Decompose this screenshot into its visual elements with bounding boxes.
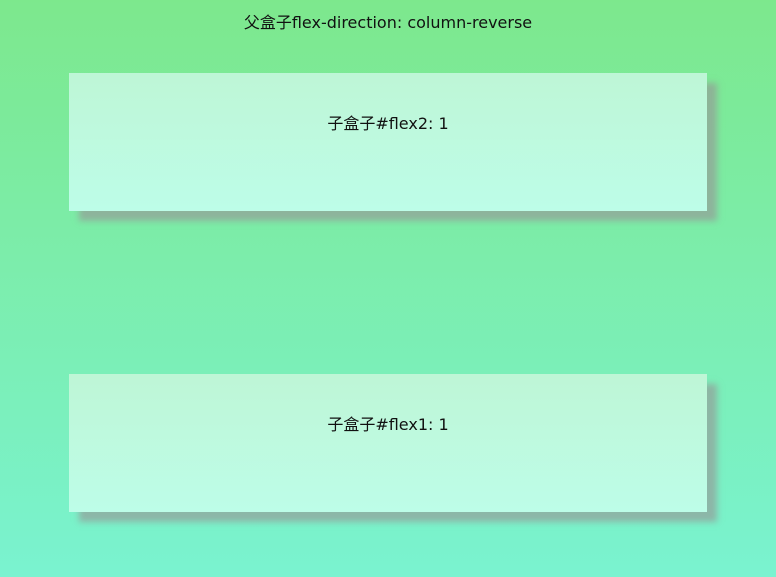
child-label-flex2: 子盒子#flex2: 1	[327, 114, 449, 133]
flex-parent-container: 父盒子flex-direction: column-reverse 子盒子#fl…	[0, 0, 776, 577]
child-box-flex2: 子盒子#flex2: 1	[69, 73, 707, 211]
child-label-flex1: 子盒子#flex1: 1	[327, 415, 449, 434]
child-box-flex1: 子盒子#flex1: 1	[69, 374, 707, 512]
parent-label: 父盒子flex-direction: column-reverse	[243, 13, 533, 32]
